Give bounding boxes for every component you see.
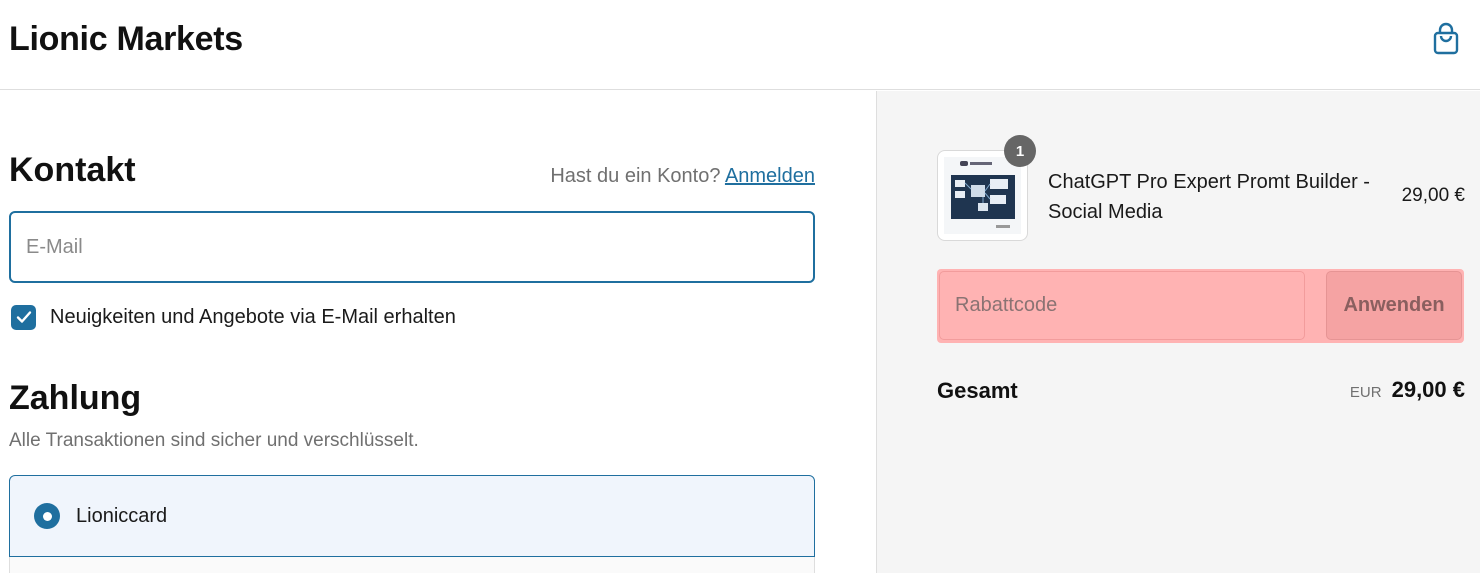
currency-code: EUR bbox=[1349, 384, 1382, 401]
payment-option-label: Lioniccard bbox=[76, 505, 168, 527]
store-name[interactable]: Lionic Markets bbox=[9, 20, 243, 59]
login-prompt-text: Hast du ein Konto? bbox=[550, 165, 721, 187]
total-amount: EUR 29,00 € bbox=[1350, 377, 1465, 403]
payment-option-details bbox=[9, 557, 815, 573]
cart-button[interactable] bbox=[1430, 22, 1462, 56]
contact-title: Kontakt bbox=[9, 151, 136, 189]
newsletter-checkbox-row[interactable]: Neuigkeiten und Angebote via E-Mail erha… bbox=[11, 304, 456, 330]
payment-option-lioniccard[interactable]: Lioniccard bbox=[9, 475, 815, 557]
quantity-badge: 1 bbox=[1004, 135, 1036, 167]
checkout-header: Lionic Markets bbox=[0, 0, 1480, 90]
shopping-bag-icon bbox=[1433, 22, 1459, 55]
total-label: Gesamt bbox=[937, 378, 1018, 403]
login-prompt: Hast du ein Konto? Anmelden bbox=[550, 165, 815, 188]
checkmark-icon bbox=[16, 311, 31, 323]
discount-code-input[interactable] bbox=[939, 271, 1305, 340]
login-link[interactable]: Anmelden bbox=[725, 165, 815, 187]
newsletter-label: Neuigkeiten und Angebote via E-Mail erha… bbox=[50, 305, 456, 328]
radio-selected-dot bbox=[42, 511, 52, 521]
email-input[interactable] bbox=[9, 211, 815, 283]
product-thumbnail: 1 bbox=[937, 135, 1036, 241]
order-summary: 1 ChatGPT Pro Expert Promt Builder - Soc… bbox=[876, 91, 1480, 573]
checkout-form: Kontakt Hast du ein Konto? Anmelden Neui… bbox=[0, 91, 876, 573]
payment-title: Zahlung bbox=[9, 379, 142, 417]
apply-discount-button[interactable]: Anwenden bbox=[1326, 271, 1462, 340]
payment-radio[interactable] bbox=[34, 503, 60, 529]
discount-section: Anwenden bbox=[937, 269, 1464, 343]
payment-subtitle: Alle Transaktionen sind sicher und versc… bbox=[9, 430, 419, 451]
total-value: 29,00 € bbox=[1391, 377, 1465, 402]
product-name: ChatGPT Pro Expert Promt Builder - Socia… bbox=[1048, 171, 1370, 223]
product-price: 29,00 € bbox=[1401, 185, 1465, 206]
newsletter-checkbox[interactable] bbox=[11, 304, 36, 330]
